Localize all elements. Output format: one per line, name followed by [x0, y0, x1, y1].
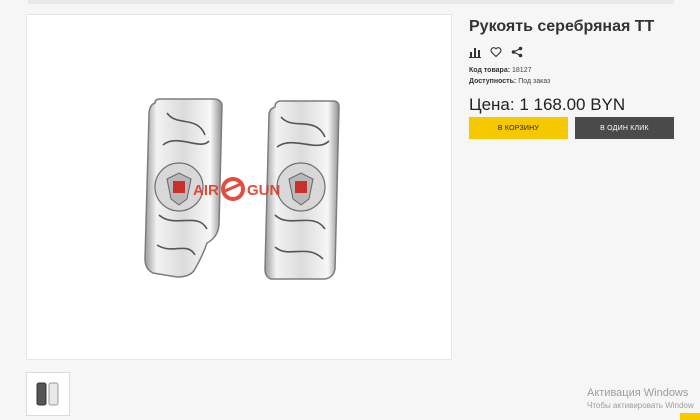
product-photo: AIR GUN: [144, 98, 340, 280]
top-divider: [28, 0, 674, 4]
one-click-buy-button[interactable]: В ОДИН КЛИК: [575, 117, 674, 139]
product-code-value: 18127: [512, 67, 532, 74]
heart-icon[interactable]: [490, 46, 502, 58]
airgun-logo: AIR GUN: [193, 177, 280, 201]
product-meta: Код товара: 18127 Доступность: Под заказ: [469, 65, 679, 87]
windows-activation-watermark: Активация Windows Чтобы активировать Win…: [587, 387, 694, 411]
availability-value: Под заказ: [518, 78, 551, 85]
product-action-icons: [469, 45, 679, 59]
product-main-image[interactable]: AIR GUN: [26, 14, 452, 360]
watermark-line-1: Активация Windows: [587, 387, 689, 399]
product-thumbnail[interactable]: [26, 372, 70, 416]
product-title: Рукоять серебряная ТТ: [469, 18, 655, 35]
product-code-row: Код товара: 18127: [469, 65, 679, 76]
purchase-buttons: В КОРЗИНУ В ОДИН КЛИК: [469, 117, 674, 139]
logo-text-left: AIR: [193, 182, 219, 199]
product-code-label: Код товара:: [469, 67, 511, 74]
product-price: Цена: 1 168.00 BYN: [469, 95, 626, 114]
product-info: Рукоять серебряная ТТ Код товара: 18127 …: [469, 16, 679, 116]
add-to-cart-button[interactable]: В КОРЗИНУ: [469, 117, 568, 139]
share-icon[interactable]: [511, 46, 523, 58]
compare-icon[interactable]: [469, 46, 481, 58]
logo-text-right: GUN: [247, 182, 280, 199]
watermark-line-2: Чтобы активировать Window: [587, 401, 694, 410]
availability-label: Доступность:: [469, 78, 517, 85]
corner-widget[interactable]: [680, 413, 700, 420]
availability-row: Доступность: Под заказ: [469, 76, 679, 87]
thumbnail-photo: [36, 382, 59, 406]
